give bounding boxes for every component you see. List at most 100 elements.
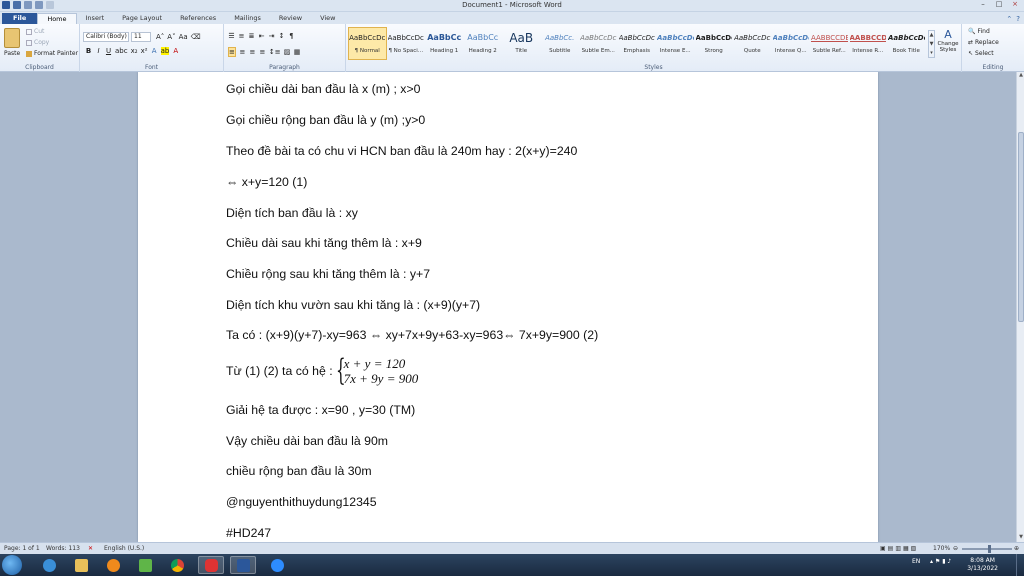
taskbar-app[interactable] bbox=[132, 556, 158, 574]
style-subtle-reference[interactable]: AABBCCDE Subtle Ref... bbox=[810, 27, 849, 60]
minimize-button[interactable]: – bbox=[976, 0, 990, 9]
numbering-icon[interactable]: ≡ bbox=[238, 32, 245, 40]
subscript-icon[interactable]: x₂ bbox=[131, 47, 138, 55]
taskbar-zoom[interactable] bbox=[264, 556, 290, 574]
zoom-level[interactable]: 170% bbox=[933, 545, 950, 552]
style-quote[interactable]: AaBbCcDc Quote bbox=[733, 27, 772, 60]
align-left-icon[interactable]: ≡ bbox=[228, 47, 236, 57]
bullets-icon[interactable]: ☰ bbox=[228, 32, 235, 40]
select-button[interactable]: ↖ Select bbox=[968, 50, 994, 57]
decrease-indent-icon[interactable]: ⇤ bbox=[258, 32, 265, 40]
zoom-slider-knob[interactable] bbox=[988, 545, 991, 553]
bold-icon[interactable]: B bbox=[85, 47, 92, 55]
scroll-down-icon[interactable]: ▼ bbox=[1017, 534, 1024, 542]
tray-icons[interactable]: ▴ ⚑ ▮ ♪ bbox=[930, 558, 951, 565]
style-heading-1[interactable]: AaBbCc Heading 1 bbox=[425, 27, 464, 60]
taskbar-media[interactable] bbox=[100, 556, 126, 574]
view-buttons[interactable]: ▣▤▥▦▧ bbox=[880, 545, 918, 552]
replace-button[interactable]: ⇄ Replace bbox=[968, 39, 999, 46]
ribbon-tabs: File Home Insert Page Layout References … bbox=[0, 12, 1024, 24]
minimize-ribbon-icon[interactable]: ⌃ bbox=[1006, 15, 1012, 23]
grow-font-icon[interactable]: A˄ bbox=[156, 33, 164, 41]
tab-view[interactable]: View bbox=[311, 13, 344, 24]
start-button[interactable] bbox=[2, 555, 22, 575]
tab-insert[interactable]: Insert bbox=[77, 13, 114, 24]
italic-icon[interactable]: I bbox=[95, 47, 102, 55]
style-title[interactable]: AaB Title bbox=[502, 27, 541, 60]
doc-line: #HD247 bbox=[226, 526, 272, 540]
sort-icon[interactable]: ↕ bbox=[278, 32, 285, 40]
align-center-icon[interactable]: ≡ bbox=[239, 48, 246, 56]
scroll-thumb[interactable] bbox=[1018, 132, 1024, 322]
font-size-select[interactable]: 11 bbox=[131, 32, 151, 42]
taskbar-word[interactable] bbox=[230, 556, 256, 574]
brace-icon: { bbox=[335, 353, 346, 388]
borders-icon[interactable]: ▦ bbox=[294, 48, 301, 56]
document-page[interactable]: Gọi chiều dài ban đầu là x (m) ; x>0 Gọi… bbox=[138, 72, 878, 542]
style-intense-reference[interactable]: AABBCCDEIntense R... bbox=[849, 27, 888, 60]
style-normal[interactable]: AaBbCcDc ¶ Normal bbox=[348, 27, 387, 60]
vertical-scrollbar[interactable]: ▲ ▼ bbox=[1016, 72, 1024, 542]
system-clock[interactable]: 8:08 AM 3/13/2022 bbox=[967, 557, 998, 573]
style-emphasis[interactable]: AaBbCcDc Emphasis bbox=[618, 27, 657, 60]
font-family-select[interactable]: Calibri (Body) bbox=[83, 32, 129, 42]
paste-button[interactable]: Paste bbox=[4, 50, 20, 57]
style-no-spacing[interactable]: AaBbCcDc ¶ No Spaci... bbox=[387, 27, 426, 60]
zoom-in-icon[interactable]: ⊕ bbox=[1014, 545, 1019, 552]
shrink-font-icon[interactable]: A˅ bbox=[167, 33, 175, 41]
page-count[interactable]: Page: 1 of 1 bbox=[4, 545, 40, 552]
style-heading-2[interactable]: AaBbCc Heading 2 bbox=[464, 27, 503, 60]
format-painter-button[interactable]: Format Painter bbox=[26, 50, 78, 57]
show-marks-icon[interactable]: ¶ bbox=[288, 32, 295, 40]
proofing-icon[interactable]: ✕ bbox=[88, 545, 93, 552]
superscript-icon[interactable]: x² bbox=[141, 47, 148, 55]
change-styles-button[interactable]: A Change Styles bbox=[937, 28, 959, 53]
line-spacing-icon[interactable]: ↕≡ bbox=[269, 48, 281, 56]
clear-formatting-icon[interactable]: ⌫ bbox=[191, 33, 201, 41]
word-count[interactable]: Words: 113 bbox=[46, 545, 80, 552]
increase-indent-icon[interactable]: ⇥ bbox=[268, 32, 275, 40]
align-right-icon[interactable]: ≡ bbox=[249, 48, 256, 56]
close-button[interactable]: × bbox=[1008, 0, 1022, 9]
doc-line: Ta có : (x+9)(y+7)-xy=963 ⇔ xy+7x+9y+63-… bbox=[226, 328, 599, 342]
strikethrough-icon[interactable]: abc bbox=[115, 47, 128, 55]
style-intense-quote[interactable]: AaBbCcDc Intense Q... bbox=[772, 27, 811, 60]
styles-scroll-icon[interactable]: ▲ ▼ ▾ bbox=[928, 30, 935, 58]
taskbar-ie[interactable] bbox=[36, 556, 62, 574]
tab-review[interactable]: Review bbox=[270, 13, 311, 24]
change-case-icon[interactable]: Aa bbox=[179, 33, 188, 41]
font-color-icon[interactable]: A bbox=[172, 47, 179, 55]
show-desktop-button[interactable] bbox=[1016, 554, 1024, 576]
copy-button[interactable]: Copy bbox=[26, 39, 49, 46]
style-subtitle[interactable]: AaBbCc. Subtitle bbox=[541, 27, 580, 60]
taskbar-chrome[interactable] bbox=[164, 556, 190, 574]
style-book-title[interactable]: AaBbCcDc Book Title bbox=[887, 27, 926, 60]
tab-file[interactable]: File bbox=[2, 13, 38, 24]
find-button[interactable]: 🔍 Find bbox=[968, 28, 990, 35]
taskbar-explorer[interactable] bbox=[68, 556, 94, 574]
style-intense-emphasis[interactable]: AaBbCcDc Intense E... bbox=[656, 27, 695, 60]
style-strong[interactable]: AaBbCcDc Strong bbox=[695, 27, 734, 60]
paste-icon[interactable] bbox=[4, 28, 20, 48]
shading-icon[interactable]: ▨ bbox=[284, 48, 291, 56]
underline-icon[interactable]: U bbox=[105, 47, 112, 55]
language-indicator[interactable]: English (U.S.) bbox=[104, 545, 144, 552]
language-bar[interactable]: EN bbox=[912, 558, 920, 565]
scroll-up-icon[interactable]: ▲ bbox=[1017, 72, 1024, 80]
tab-home[interactable]: Home bbox=[37, 13, 77, 24]
maximize-button[interactable]: □ bbox=[992, 0, 1006, 9]
highlight-icon[interactable]: ab bbox=[160, 47, 170, 55]
styles-gallery: AaBbCcDc ¶ Normal AaBbCcDc ¶ No Spaci... A… bbox=[348, 27, 926, 60]
zoom-slider[interactable] bbox=[962, 548, 1012, 550]
help-icon[interactable]: ? bbox=[1016, 15, 1020, 23]
justify-icon[interactable]: ≡ bbox=[259, 48, 266, 56]
tab-page-layout[interactable]: Page Layout bbox=[113, 13, 171, 24]
multilevel-list-icon[interactable]: ≣ bbox=[248, 32, 255, 40]
text-effects-icon[interactable]: A bbox=[151, 47, 158, 55]
zoom-out-icon[interactable]: ⊖ bbox=[953, 545, 958, 552]
tab-mailings[interactable]: Mailings bbox=[225, 13, 270, 24]
cut-button[interactable]: Cut bbox=[26, 28, 44, 35]
style-subtle-emphasis[interactable]: AaBbCcDc Subtle Em... bbox=[579, 27, 618, 60]
taskbar-zalo[interactable] bbox=[198, 556, 224, 574]
tab-references[interactable]: References bbox=[171, 13, 225, 24]
